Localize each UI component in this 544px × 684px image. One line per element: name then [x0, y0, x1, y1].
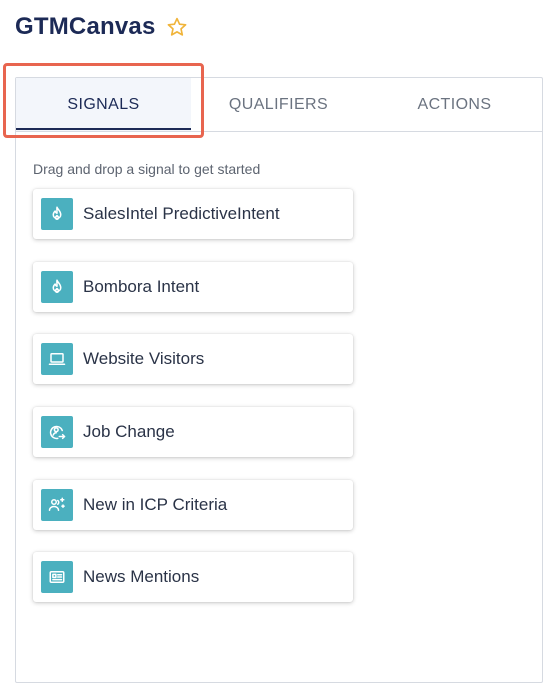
signal-website-visitors[interactable]: Website Visitors [33, 334, 353, 384]
flame-icon [41, 198, 73, 230]
tab-bar: SIGNALS QUALIFIERS ACTIONS [16, 78, 542, 132]
tab-actions[interactable]: ACTIONS [366, 78, 543, 131]
tab-signals[interactable]: SIGNALS [16, 78, 191, 131]
app-title: GTMCanvas [15, 13, 156, 40]
signal-label: Job Change [83, 422, 175, 441]
tab-qualifiers[interactable]: QUALIFIERS [191, 78, 366, 131]
newspaper-icon [41, 561, 73, 593]
signal-label: SalesIntel PredictiveIntent [83, 204, 280, 223]
signal-label: Website Visitors [83, 349, 205, 368]
drag-hint: Drag and drop a signal to get started [33, 161, 261, 177]
signal-bombora-intent[interactable]: Bombora Intent [33, 262, 353, 312]
signal-new-in-icp-criteria[interactable]: New in ICP Criteria [33, 480, 353, 530]
star-icon[interactable] [166, 16, 188, 38]
header: GTMCanvas [15, 10, 188, 44]
signal-label: News Mentions [83, 567, 200, 586]
people-sparkle-icon [41, 489, 73, 521]
signal-job-change[interactable]: Job Change [33, 407, 353, 457]
person-transfer-icon [41, 416, 73, 448]
signal-news-mentions[interactable]: News Mentions [33, 552, 353, 602]
flame-icon [41, 271, 73, 303]
laptop-icon [41, 343, 73, 375]
signal-label: New in ICP Criteria [83, 495, 228, 514]
signal-salesintel-predictiveintent[interactable]: SalesIntel PredictiveIntent [33, 189, 353, 239]
signal-label: Bombora Intent [83, 277, 200, 296]
